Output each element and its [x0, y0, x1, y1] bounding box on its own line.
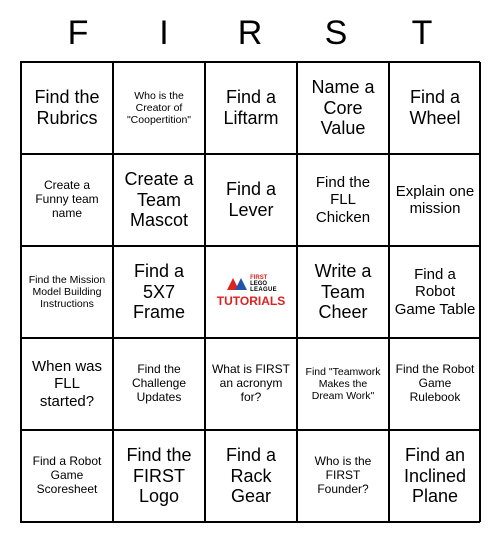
- bingo-cell[interactable]: Find a Robot Game Scoresheet: [21, 430, 113, 522]
- bingo-grid: Find the Rubrics Who is the Creator of "…: [20, 61, 480, 523]
- header-letter: S: [306, 14, 366, 53]
- bingo-cell[interactable]: Create a Funny team name: [21, 154, 113, 246]
- bingo-cell[interactable]: Find the FIRST Logo: [113, 430, 205, 522]
- bingo-cell[interactable]: Find a Wheel: [389, 62, 481, 154]
- bingo-cell[interactable]: Write a Team Cheer: [297, 246, 389, 338]
- cell-text: Create a Team Mascot: [118, 169, 200, 231]
- cell-text: What is FIRST an acronym for?: [210, 363, 292, 404]
- cell-text: When was FLL started?: [26, 358, 108, 410]
- cell-text: Create a Funny team name: [26, 179, 108, 220]
- bingo-center-cell[interactable]: FIRST LEGO LEAGUE TUTORIALS: [205, 246, 297, 338]
- cell-text: Find a Liftarm: [210, 87, 292, 128]
- bingo-cell[interactable]: When was FLL started?: [21, 338, 113, 430]
- bingo-cell[interactable]: Find "Teamwork Makes the Dream Work": [297, 338, 389, 430]
- fll-logo: FIRST LEGO LEAGUE: [225, 275, 277, 293]
- cell-text: Find the FIRST Logo: [118, 445, 200, 507]
- fll-logo-text: FIRST LEGO LEAGUE: [250, 275, 277, 293]
- bingo-cell[interactable]: Find a 5X7 Frame: [113, 246, 205, 338]
- bingo-cell[interactable]: Find a Rack Gear: [205, 430, 297, 522]
- cell-text: Find an Inclined Plane: [394, 445, 476, 507]
- cell-text: Find the Robot Game Rulebook: [394, 363, 476, 404]
- cell-text: Find a Lever: [210, 179, 292, 220]
- cell-text: Who is the Creator of "Coopertition": [118, 90, 200, 126]
- bingo-cell[interactable]: Find the Rubrics: [21, 62, 113, 154]
- bingo-cell[interactable]: What is FIRST an acronym for?: [205, 338, 297, 430]
- bingo-cell[interactable]: Create a Team Mascot: [113, 154, 205, 246]
- cell-text: Write a Team Cheer: [302, 261, 384, 323]
- bingo-cell[interactable]: Find a Robot Game Table: [389, 246, 481, 338]
- header-letter: F: [48, 14, 108, 53]
- bingo-cell[interactable]: Find the FLL Chicken: [297, 154, 389, 246]
- bingo-cell[interactable]: Find a Liftarm: [205, 62, 297, 154]
- cell-text: Explain one mission: [394, 183, 476, 218]
- cell-text: Find the Rubrics: [26, 87, 108, 128]
- cell-text: Find the FLL Chicken: [302, 174, 384, 226]
- bingo-cell[interactable]: Find an Inclined Plane: [389, 430, 481, 522]
- cell-text: Who is the FIRST Founder?: [302, 455, 384, 496]
- cell-text: Find the Challenge Updates: [118, 363, 200, 404]
- bingo-cell[interactable]: Who is the Creator of "Coopertition": [113, 62, 205, 154]
- cell-text: Find "Teamwork Makes the Dream Work": [302, 366, 384, 402]
- cell-text: Find a 5X7 Frame: [118, 261, 200, 323]
- fll-logo-icon: [225, 276, 249, 292]
- header-letter: T: [392, 14, 452, 53]
- header-letter: I: [134, 14, 194, 53]
- cell-text: Find a Rack Gear: [210, 445, 292, 507]
- bingo-cell[interactable]: Find the Challenge Updates: [113, 338, 205, 430]
- bingo-cell[interactable]: Name a Core Value: [297, 62, 389, 154]
- header-letter: R: [220, 14, 280, 53]
- tutorials-label: TUTORIALS: [217, 295, 285, 309]
- bingo-cell[interactable]: Who is the FIRST Founder?: [297, 430, 389, 522]
- bingo-cell[interactable]: Find a Lever: [205, 154, 297, 246]
- cell-text: Find a Robot Game Table: [394, 266, 476, 318]
- bingo-cell[interactable]: Find the Robot Game Rulebook: [389, 338, 481, 430]
- cell-text: Name a Core Value: [302, 77, 384, 139]
- bingo-cell[interactable]: Find the Mission Model Building Instruct…: [21, 246, 113, 338]
- cell-text: Find a Robot Game Scoresheet: [26, 455, 108, 496]
- bingo-cell[interactable]: Explain one mission: [389, 154, 481, 246]
- cell-text: Find a Wheel: [394, 87, 476, 128]
- bingo-header: F I R S T: [20, 14, 480, 53]
- cell-text: Find the Mission Model Building Instruct…: [26, 274, 108, 310]
